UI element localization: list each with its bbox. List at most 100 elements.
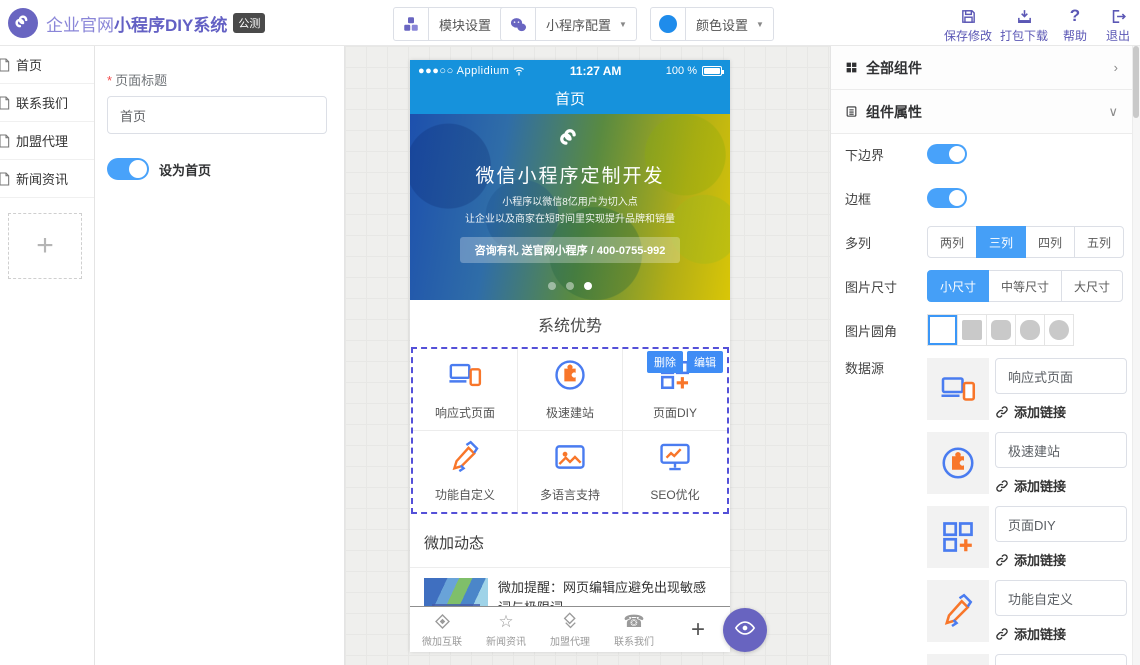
link-icon <box>995 405 1009 419</box>
bottom-border-toggle[interactable] <box>927 144 967 164</box>
prop-image-size: 图片尺寸 小尺寸 中等尺寸 大尺寸 <box>845 270 1123 302</box>
exit-button[interactable]: 退出 <box>1098 6 1138 44</box>
delete-component-button[interactable]: 删除 <box>647 351 683 373</box>
tab-weijia[interactable]: 微加互联 <box>410 607 474 652</box>
grid-item-multilang[interactable]: 多语言支持 <box>518 431 622 512</box>
sidebar-item-home[interactable]: 首页 <box>0 46 94 84</box>
app-title: 企业官网小程序DIY系统 <box>46 11 227 36</box>
grid-item-custom[interactable]: 功能自定义 <box>413 431 517 512</box>
size-option-medium[interactable]: 中等尺寸 <box>988 270 1062 302</box>
datasource-title-input[interactable] <box>995 432 1127 468</box>
add-link-button[interactable]: 添加链接 <box>995 624 1066 643</box>
battery-icon <box>702 66 722 76</box>
prop-border: 边框 <box>845 188 967 208</box>
sidebar-item-agency[interactable]: 加盟代理 <box>0 122 94 160</box>
grid-item-fastbuild[interactable]: 极速建站 <box>518 349 622 430</box>
panel-scrollbar[interactable] <box>1132 46 1140 665</box>
save-label: 保存修改 <box>942 27 994 44</box>
seo-monitor-icon <box>658 440 692 479</box>
radius-option-medium[interactable] <box>986 315 1015 345</box>
add-link-button[interactable]: 添加链接 <box>995 550 1066 569</box>
add-page-button[interactable]: + <box>8 213 82 279</box>
wifi-icon <box>513 65 525 77</box>
size-option-small-active[interactable]: 小尺寸 <box>927 270 989 302</box>
star-icon: ☆ <box>498 611 513 631</box>
selected-grid-component[interactable]: 删除 编辑 响应式页面 极速建站 页面DIY 功能自定义 多语言支持 SEO优化 <box>411 347 729 514</box>
tab-agency[interactable]: 加盟代理 <box>538 607 602 652</box>
chevron-right-icon: › <box>1114 60 1118 75</box>
module-settings-button[interactable]: 模块设置 ▼ <box>393 7 517 41</box>
datasource-title-input[interactable] <box>995 358 1127 394</box>
columns-option-2[interactable]: 两列 <box>927 226 977 258</box>
pencil-icon <box>448 440 482 479</box>
save-button[interactable]: 保存修改 <box>942 6 994 44</box>
banner-logo-icon <box>410 126 730 157</box>
datasource-title-input[interactable] <box>995 506 1127 542</box>
color-settings-button[interactable]: 颜色设置 ▼ <box>650 7 774 41</box>
component-props-header[interactable]: 组件属性 ∨ <box>831 90 1132 134</box>
scrollbar-thumb[interactable] <box>1133 46 1139 118</box>
datasource-title-input[interactable] <box>995 654 1127 665</box>
page-icon <box>0 171 14 187</box>
download-label: 打包下载 <box>998 27 1050 44</box>
download-button[interactable]: 打包下载 <box>998 6 1050 44</box>
add-link-button[interactable]: 添加链接 <box>995 476 1066 495</box>
tab-add-button[interactable]: + <box>666 607 730 652</box>
columns-option-4[interactable]: 四列 <box>1025 226 1075 258</box>
size-option-large[interactable]: 大尺寸 <box>1061 270 1123 302</box>
border-toggle[interactable] <box>927 188 967 208</box>
preview-eye-button[interactable] <box>723 608 767 652</box>
radius-option-slight[interactable] <box>957 315 986 345</box>
sidebar-item-label: 联系我们 <box>16 93 68 112</box>
columns-option-3-active[interactable]: 三列 <box>976 226 1026 258</box>
grid-item-seo[interactable]: SEO优化 <box>623 431 727 512</box>
wechat-icon <box>501 15 535 34</box>
banner-component[interactable]: 微信小程序定制开发 小程序以微信8亿用户为切入点 让企业以及商家在短时间里实现提… <box>410 114 730 300</box>
help-button[interactable]: ? 帮助 <box>1055 6 1095 44</box>
page-icon <box>0 95 14 111</box>
miniprogram-config-button[interactable]: 小程序配置 ▼ <box>500 7 637 41</box>
set-home-toggle[interactable] <box>107 158 149 180</box>
link-icon <box>995 479 1009 493</box>
prop-bottom-border: 下边界 <box>845 144 967 164</box>
sidebar-item-label: 首页 <box>16 55 42 74</box>
exit-label: 退出 <box>1098 27 1138 44</box>
phone-handset-icon: ☎ <box>623 611 644 631</box>
radius-option-circle[interactable] <box>1044 315 1073 345</box>
app-title-part1: 企业官网 <box>46 16 114 35</box>
sidebar-item-label: 新闻资讯 <box>16 169 68 188</box>
status-time: 11:27 AM <box>525 64 665 78</box>
tab-news[interactable]: ☆ 新闻资讯 <box>474 607 538 652</box>
puzzle-icon <box>553 358 587 397</box>
sidebar-item-news[interactable]: 新闻资讯 <box>0 160 94 198</box>
download-icon <box>998 6 1050 26</box>
page-title-input[interactable] <box>107 96 327 134</box>
edit-component-button[interactable]: 编辑 <box>687 351 723 373</box>
pencil-icon <box>927 580 989 642</box>
dot-active <box>584 282 592 290</box>
banner-subtitle2: 让企业以及商家在短时间里实现提升品牌和销量 <box>410 210 730 225</box>
radius-option-large[interactable] <box>1015 315 1044 345</box>
all-components-header[interactable]: 全部组件 › <box>831 46 1132 90</box>
miniprogram-config-label: 小程序配置 <box>536 15 619 34</box>
required-mark: * <box>107 73 112 88</box>
datasource-title-input[interactable] <box>995 580 1127 616</box>
tab-contact[interactable]: ☎ 联系我们 <box>602 607 666 652</box>
props-list-icon <box>845 105 858 118</box>
app-window: 企业官网小程序DIY系统 公测 模块设置 ▼ 小程序配置 ▼ 颜色设置 ▼ 保存… <box>0 0 1140 665</box>
carrier-text: ●●●○○ Applidium <box>418 65 509 77</box>
link-icon <box>995 627 1009 641</box>
radius-option-none-selected[interactable] <box>928 315 957 345</box>
tag-diamond-icon <box>561 611 580 631</box>
color-circle-icon <box>651 15 685 33</box>
add-link-button[interactable]: 添加链接 <box>995 402 1066 421</box>
exit-icon <box>1098 6 1138 26</box>
columns-option-5[interactable]: 五列 <box>1074 226 1124 258</box>
sidebar-item-contact[interactable]: 联系我们 <box>0 84 94 122</box>
save-icon <box>942 6 994 26</box>
phone-nav-bar: 首页 <box>410 82 730 114</box>
grid-item-responsive[interactable]: 响应式页面 <box>413 349 517 430</box>
columns-segmented-control: 两列 三列 四列 五列 <box>927 226 1124 258</box>
image-icon <box>553 440 587 479</box>
datasource-tile <box>927 654 989 665</box>
